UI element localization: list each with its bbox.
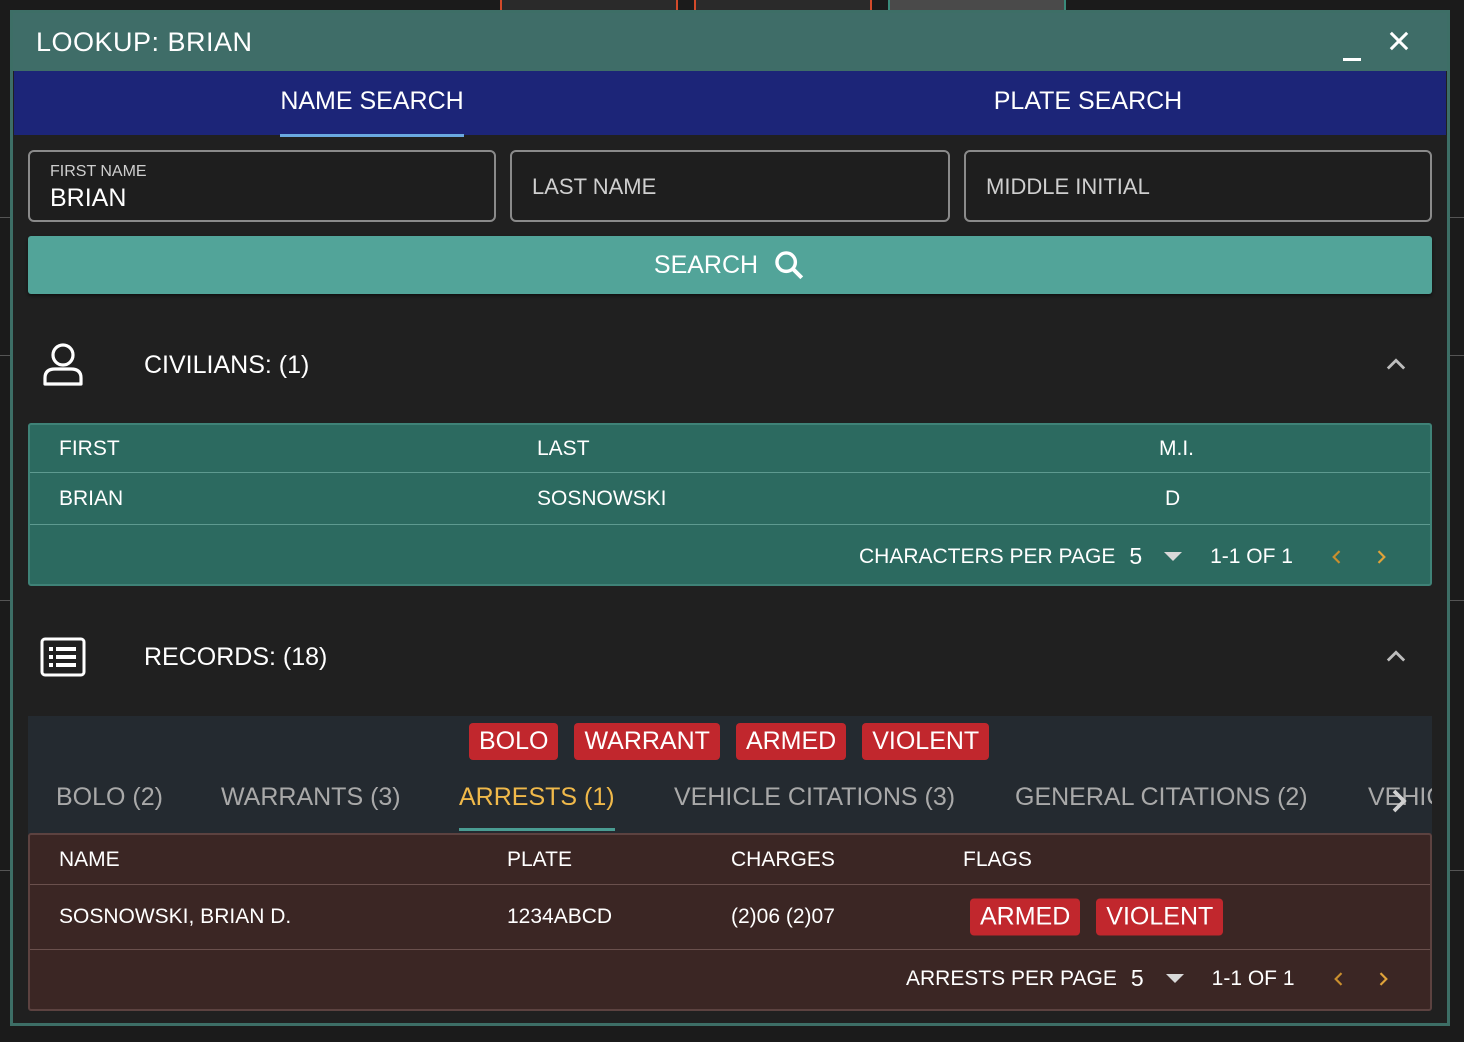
cell-flags: ARMED VIOLENT: [970, 898, 1224, 936]
civilians-title: CIVILIANS: (1): [144, 350, 310, 379]
flag-bolo: BOLO: [469, 723, 559, 760]
first-name-input[interactable]: [50, 184, 450, 213]
per-page-value[interactable]: 5: [1129, 543, 1142, 570]
civilians-table: FIRST LAST M.I. BRIAN SOSNOWSKI D CHARAC…: [28, 423, 1432, 586]
arrests-pager: ARRESTS PER PAGE 5 1-1 OF 1: [906, 965, 1417, 992]
first-name-label: FIRST NAME: [50, 163, 147, 180]
cell-name: SOSNOWSKI, BRIAN D.: [59, 905, 292, 928]
flag-warrant: WARRANT: [574, 723, 720, 760]
tab-warrants[interactable]: WARRANTS (3): [221, 783, 401, 812]
column-header[interactable]: NAME: [59, 848, 120, 872]
caret-down-icon[interactable]: [1164, 552, 1183, 561]
background-column: [888, 0, 1066, 10]
column-header[interactable]: CHARGES: [731, 848, 835, 872]
column-header[interactable]: FLAGS: [963, 848, 1032, 872]
chevron-up-icon[interactable]: [1382, 351, 1410, 379]
records-section-header[interactable]: RECORDS: (18): [28, 627, 1432, 687]
background-column: [500, 0, 678, 10]
column-header[interactable]: FIRST: [59, 437, 120, 461]
tab-plate-search[interactable]: PLATE SEARCH: [730, 71, 1446, 135]
tab-vehicle-citations[interactable]: VEHICLE CITATIONS (3): [674, 783, 955, 812]
caret-down-icon[interactable]: [1165, 974, 1184, 983]
chevron-left-icon[interactable]: [1329, 969, 1349, 989]
background-column: [694, 0, 872, 10]
records-title: RECORDS: (18): [144, 642, 328, 671]
cell-plate: 1234ABCD: [507, 905, 613, 928]
search-mode-tabs: NAME SEARCH PLATE SEARCH: [14, 71, 1446, 137]
tab-bolo[interactable]: BOLO (2): [56, 783, 163, 812]
chevron-up-icon[interactable]: [1382, 643, 1410, 671]
civilians-section-header[interactable]: CIVILIANS: (1): [28, 335, 1432, 395]
per-page-value[interactable]: 5: [1131, 965, 1144, 992]
column-header[interactable]: LAST: [537, 437, 590, 461]
tab-general-citations[interactable]: GENERAL CITATIONS (2): [1015, 783, 1308, 812]
flag-violent: VIOLENT: [1096, 898, 1224, 936]
search-button-label: SEARCH: [653, 250, 759, 279]
per-page-label: ARRESTS PER PAGE: [906, 966, 1117, 990]
flag-violent: VIOLENT: [862, 723, 990, 760]
tab-label: PLATE SEARCH: [993, 86, 1183, 115]
first-name-field[interactable]: FIRST NAME: [28, 150, 496, 222]
list-icon: [40, 637, 86, 677]
table-header: NAME PLATE CHARGES FLAGS: [30, 835, 1430, 885]
last-name-field[interactable]: [510, 150, 950, 222]
arrests-table: NAME PLATE CHARGES FLAGS SOSNOWSKI, BRIA…: [28, 833, 1432, 1011]
window-titlebar: LOOKUP: BRIAN: [13, 13, 1447, 71]
page-range: 1-1 OF 1: [1211, 966, 1295, 990]
person-icon: [43, 343, 83, 386]
column-header[interactable]: M.I.: [1159, 437, 1194, 461]
tab-name-search[interactable]: NAME SEARCH: [14, 71, 730, 137]
civilians-pager: CHARACTERS PER PAGE 5 1-1 OF 1: [859, 543, 1415, 570]
last-name-input[interactable]: [532, 174, 912, 200]
chevron-right-icon[interactable]: [1384, 786, 1414, 816]
per-page-label: CHARACTERS PER PAGE: [859, 544, 1116, 568]
column-header[interactable]: PLATE: [507, 848, 572, 872]
flag-armed: ARMED: [970, 898, 1081, 936]
window-title: LOOKUP: BRIAN: [36, 26, 253, 57]
record-flags: BOLO WARRANT ARMED VIOLENT: [469, 723, 990, 760]
records-panel: BOLO WARRANT ARMED VIOLENT BOLO (2) WARR…: [28, 716, 1432, 834]
search-button[interactable]: SEARCH: [28, 236, 1432, 294]
chevron-right-icon[interactable]: [1373, 969, 1393, 989]
flag-armed: ARMED: [735, 723, 847, 760]
tab-arrests[interactable]: ARRESTS (1): [459, 783, 615, 831]
cell-last: SOSNOWSKI: [537, 486, 667, 510]
chevron-right-icon[interactable]: [1371, 547, 1391, 567]
cell-charges: (2)06 (2)07: [731, 905, 835, 928]
tab-label: NAME SEARCH: [280, 87, 465, 137]
record-tabs: BOLO (2) WARRANTS (3) ARRESTS (1) VEHICL…: [28, 783, 1432, 833]
table-row[interactable]: BRIAN SOSNOWSKI D: [30, 473, 1430, 525]
search-icon: [775, 251, 804, 280]
chevron-left-icon[interactable]: [1327, 547, 1347, 567]
cell-first: BRIAN: [59, 486, 124, 510]
close-icon[interactable]: [1385, 27, 1413, 55]
middle-initial-input[interactable]: [986, 174, 1366, 200]
table-row[interactable]: SOSNOWSKI, BRIAN D. 1234ABCD (2)06 (2)07…: [30, 885, 1430, 950]
middle-initial-field[interactable]: [964, 150, 1432, 222]
lookup-window: LOOKUP: BRIAN NAME SEARCH PLATE SEARCH F…: [10, 10, 1450, 1026]
minimize-icon[interactable]: [1343, 37, 1363, 61]
cell-mi: D: [1165, 486, 1181, 510]
page-range: 1-1 OF 1: [1210, 544, 1293, 568]
table-header: FIRST LAST M.I.: [30, 425, 1430, 473]
